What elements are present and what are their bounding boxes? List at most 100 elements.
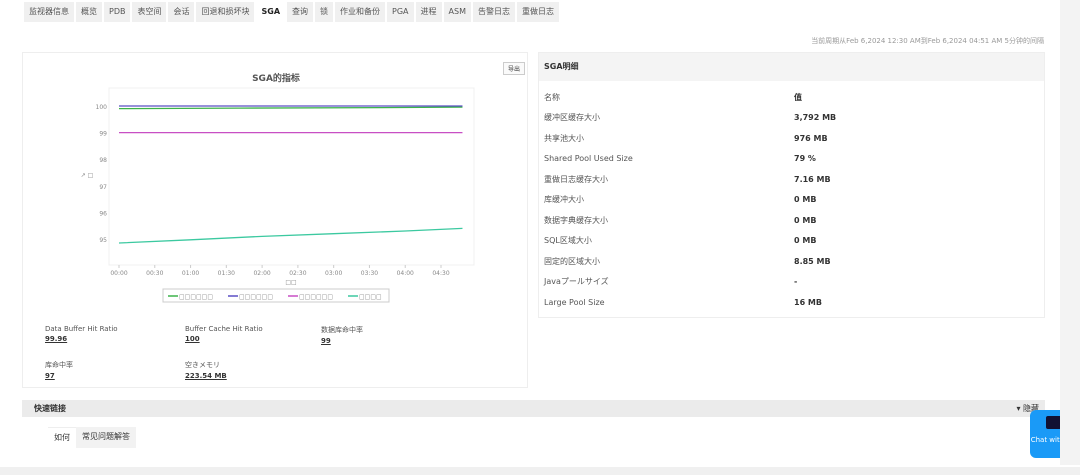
legend-label: □□□□□□: [179, 294, 213, 301]
chart-title: SGA的指标: [252, 72, 300, 84]
sga-chart: SGA的指标 100 99 98 97 96 95 00:00 00:30 01:00 01:30 0…: [81, 72, 475, 303]
tab-pdb[interactable]: PDB: [104, 2, 131, 22]
vertical-scrollbar[interactable]: [1060, 0, 1080, 465]
x-tick-label: 02:00: [253, 270, 270, 277]
details-title: SGA明细: [539, 53, 1044, 81]
y-axis-label: ↗ □: [81, 172, 94, 179]
tab-pga[interactable]: PGA: [387, 2, 414, 22]
legend-label: □□□□: [359, 294, 382, 301]
details-row: Shared Pool Used Size 79 %: [539, 149, 1044, 170]
detail-value: 值: [794, 92, 802, 102]
details-row: Javaプールサイズ -: [539, 272, 1044, 293]
sga-chart-panel: 导出 SGA的指标 100 99 98 97 96 95 00:00 00:30 01:00 01:…: [22, 52, 528, 388]
detail-value: 7.16 MB: [794, 174, 831, 184]
x-tick-label: 01:30: [218, 270, 235, 277]
detail-name: 数据字典缓存大小: [544, 215, 608, 225]
metric-value[interactable]: 100: [185, 335, 263, 343]
detail-value: 0 MB: [794, 215, 817, 225]
series-line: [118, 106, 463, 110]
tab-process[interactable]: 进程: [415, 2, 442, 22]
metric-value[interactable]: 223.54 MB: [185, 372, 227, 380]
tab-redo-log[interactable]: 重做日志: [516, 2, 559, 22]
sga-details-panel: SGA明细 名称 值缓冲区缓存大小 3,792 MB 共享池大小 976 MB Share…: [538, 52, 1045, 318]
y-tick-label: 97: [99, 184, 107, 191]
tab-sessions[interactable]: 会话: [168, 2, 195, 22]
detail-name: 共享池大小: [544, 133, 584, 143]
metric-label: Buffer Cache Hit Ratio: [185, 325, 263, 333]
period-text: 当前周期从Feb 6,2024 12:30 AM到Feb 6,2024 04:5…: [811, 37, 1044, 45]
details-row: 重做日志缓存大小 7.16 MB: [539, 169, 1044, 190]
y-tick-label: 96: [99, 210, 107, 217]
detail-name: Javaプールサイズ: [544, 277, 609, 287]
x-tick-label: 02:30: [289, 270, 306, 277]
detail-name: SQL区域大小: [544, 236, 592, 246]
metric-library-hit: 库命中率 97: [45, 360, 73, 380]
metric-value[interactable]: 99.96: [45, 335, 118, 343]
plot-area: [108, 87, 475, 266]
metric-label: 库命中率: [45, 361, 73, 369]
y-tick-label: 98: [99, 157, 107, 164]
tab-how-to[interactable]: 如何: [48, 427, 76, 448]
x-tick-label: 03:00: [325, 270, 342, 277]
horizontal-scrollbar[interactable]: [0, 467, 1080, 475]
tab-faq[interactable]: 常见问题解答: [76, 427, 136, 448]
tab-query[interactable]: 查询: [287, 2, 314, 22]
metric-label: 数据库命中率: [321, 326, 363, 334]
tab-overview[interactable]: 概览: [76, 2, 102, 22]
x-tick-label: 00:00: [110, 270, 127, 277]
tab-asm[interactable]: ASM: [443, 2, 471, 22]
tab-alert-log[interactable]: 告警日志: [472, 2, 515, 22]
module-tabs: 监视器信息 概览 PDB 表空间 会话 回退和损坏块 SGA 查询 锁 作业和备…: [24, 2, 561, 22]
tab-tablespace[interactable]: 表空间: [132, 2, 167, 22]
tab-locks[interactable]: 锁: [315, 2, 334, 22]
x-tick-label: 03:30: [361, 270, 378, 277]
x-tick-label: 01:00: [182, 270, 199, 277]
detail-value: 8.85 MB: [794, 256, 831, 266]
metric-free-memory: 空きメモリ 223.54 MB: [185, 360, 227, 380]
metric-value[interactable]: 99: [321, 337, 363, 345]
export-button[interactable]: 导出: [503, 62, 526, 75]
details-row: 数据字典缓存大小 0 MB: [539, 210, 1044, 231]
details-row: 固定的区域大小 8.85 MB: [539, 251, 1044, 272]
series-line: [118, 227, 463, 244]
detail-value: 0 MB: [794, 195, 817, 205]
metric-label: Data Buffer Hit Ratio: [45, 325, 118, 333]
detail-value: 16 MB: [794, 297, 822, 307]
detail-value: 79 %: [794, 154, 816, 164]
details-row: 缓冲区缓存大小 3,792 MB: [539, 108, 1044, 129]
y-tick-label: 95: [99, 237, 107, 244]
detail-name: 重做日志缓存大小: [544, 174, 608, 184]
details-header-row: 名称 值: [539, 87, 1044, 108]
detail-name: 缓冲区缓存大小: [544, 113, 600, 123]
legend-label: □□□□□□: [299, 294, 333, 301]
metric-db-hit: 数据库命中率 99: [321, 325, 363, 345]
tab-sga[interactable]: SGA: [256, 2, 286, 22]
detail-name: 库缓冲大小: [544, 195, 584, 205]
tab-rollback[interactable]: 回退和损坏块: [196, 2, 255, 22]
details-row: 共享池大小 976 MB: [539, 128, 1044, 149]
x-axis-label: □□: [285, 279, 296, 286]
detail-value: -: [794, 277, 798, 287]
detail-name: Large Pool Size: [544, 297, 605, 307]
quick-links-title: 快速链接: [34, 404, 66, 413]
tab-jobs[interactable]: 作业和备份: [335, 2, 386, 22]
detail-name: 固定的区域大小: [544, 256, 600, 266]
metric-value[interactable]: 97: [45, 372, 73, 380]
x-tick-label: 04:30: [432, 270, 449, 277]
metric-data-buffer-hit: Data Buffer Hit Ratio 99.96: [45, 325, 118, 343]
detail-name: 名称: [544, 92, 560, 102]
detail-value: 3,792 MB: [794, 113, 837, 123]
y-tick-label: 99: [99, 131, 107, 138]
metric-buffer-cache-hit: Buffer Cache Hit Ratio 100: [185, 325, 263, 343]
details-row: SQL区域大小 0 MB: [539, 231, 1044, 252]
details-row: 库缓冲大小 0 MB: [539, 190, 1044, 211]
quick-links-tabs: 如何 常见问题解答: [48, 427, 136, 448]
x-tick-label: 00:30: [146, 270, 163, 277]
detail-value: 976 MB: [794, 133, 828, 143]
x-tick-label: 04:00: [397, 270, 414, 277]
detail-value: 0 MB: [794, 236, 817, 246]
details-row: Large Pool Size 16 MB: [539, 292, 1044, 313]
tab-monitor-info[interactable]: 监视器信息: [24, 2, 74, 22]
y-tick-label: 100: [96, 104, 108, 111]
metric-label: 空きメモリ: [185, 361, 220, 369]
